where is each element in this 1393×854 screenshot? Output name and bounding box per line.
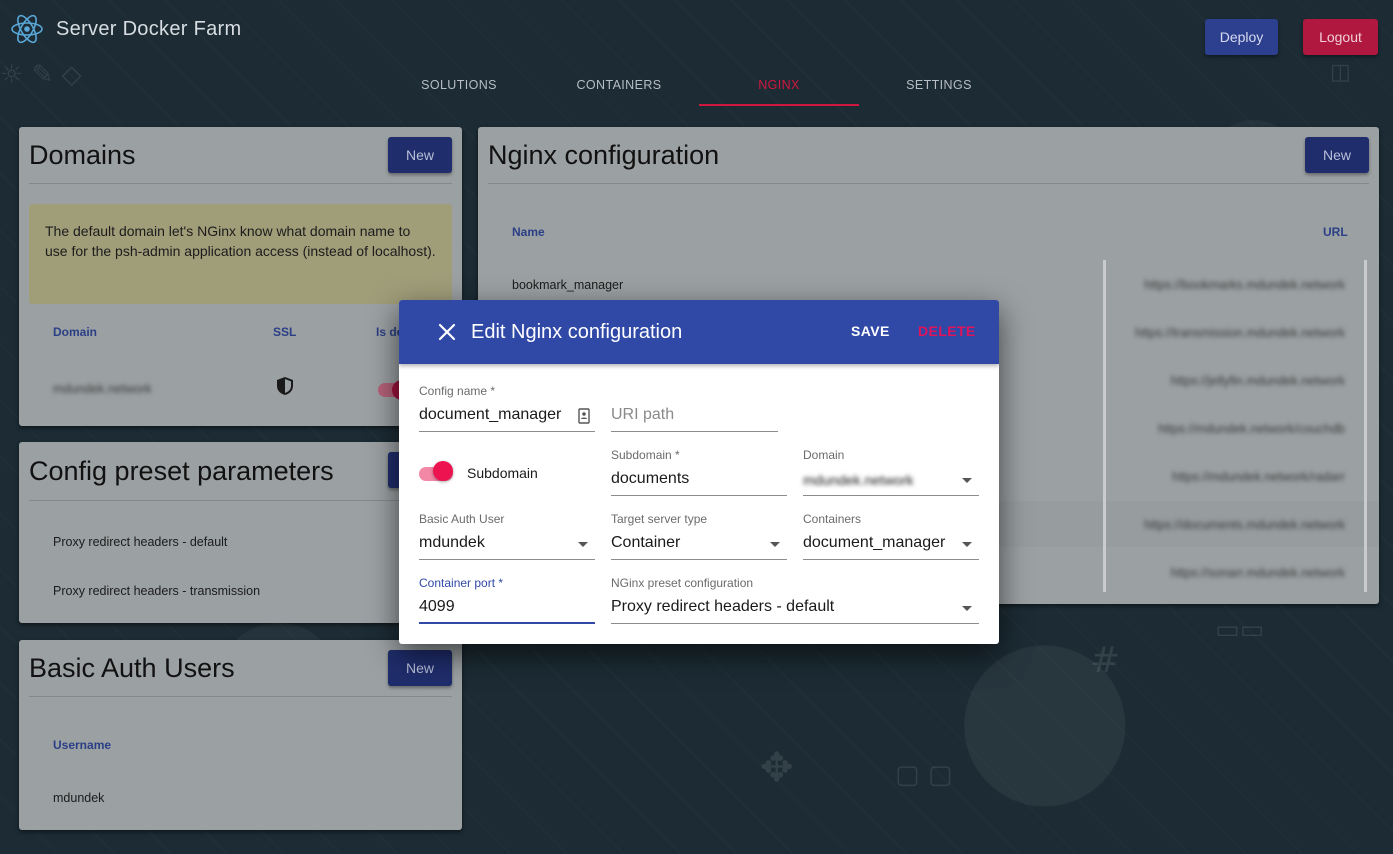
close-icon[interactable] xyxy=(435,320,459,344)
field-underline xyxy=(611,623,979,624)
container-port-field[interactable]: Container port * 4099 xyxy=(419,576,595,624)
basic-auth-user-select[interactable]: Basic Auth User mdundek xyxy=(419,512,595,560)
config-name-field[interactable]: Config name * document_manager xyxy=(419,384,595,432)
tab-solutions[interactable]: SOLUTIONS xyxy=(379,62,539,108)
tab-containers[interactable]: CONTAINERS xyxy=(539,62,699,108)
nginx-row-url[interactable]: https://mdundek.network/couchdb xyxy=(1158,422,1345,436)
new-domain-button[interactable]: New xyxy=(388,137,452,173)
subdomain-toggle[interactable]: Subdomain xyxy=(419,461,579,487)
app-header: Server Docker Farm Deploy Logout SOLUTIO… xyxy=(0,0,1393,110)
preset-item[interactable]: Proxy redirect headers - default xyxy=(53,535,227,549)
nginx-preset-value[interactable]: Proxy redirect headers - default xyxy=(611,598,834,616)
column-header-domain[interactable]: Domain xyxy=(53,325,97,339)
divider xyxy=(29,696,452,697)
gamepad-doodle: ✥ xyxy=(760,745,794,791)
domains-card: Domains New The default domain let's NGi… xyxy=(19,127,462,426)
containers-value[interactable]: document_manager xyxy=(803,534,945,552)
uri-path-placeholder[interactable]: URI path xyxy=(611,406,674,424)
new-nginx-config-button[interactable]: New xyxy=(1305,137,1369,173)
nginx-config-title: Nginx configuration xyxy=(488,140,720,170)
containers-select[interactable]: Containers document_manager xyxy=(803,512,979,560)
presets-title: Config preset parameters xyxy=(29,456,334,486)
chevron-down-icon[interactable] xyxy=(962,542,972,547)
auth-users-card: Basic Auth Users New Username mdundek xyxy=(19,640,462,830)
dialog-title: Edit Nginx configuration xyxy=(471,321,683,343)
presets-card: Config preset parameters Proxy redirect … xyxy=(19,442,462,623)
config-name-label: Config name * xyxy=(419,384,496,398)
divider xyxy=(29,500,452,501)
auth-users-title: Basic Auth Users xyxy=(29,653,235,683)
target-server-type-select[interactable]: Target server type Container xyxy=(611,512,787,560)
nginx-row-url[interactable]: https://mdundek.network/radarr xyxy=(1172,470,1345,484)
new-auth-user-button[interactable]: New xyxy=(388,650,452,686)
domain-label: Domain xyxy=(803,448,845,462)
background-doodle: # xyxy=(1090,640,1121,681)
container-port-label: Container port * xyxy=(419,576,504,590)
username-cell: mdundek xyxy=(53,791,105,805)
save-button[interactable]: SAVE xyxy=(851,323,890,339)
nginx-row-url[interactable]: https://documents.mdundek.network xyxy=(1144,518,1345,532)
background-doodle: ▭▭ xyxy=(1215,615,1265,645)
uri-path-field[interactable]: URI path xyxy=(611,384,778,432)
divider xyxy=(488,183,1369,184)
column-header-name[interactable]: Name xyxy=(512,225,545,239)
field-underline xyxy=(803,495,979,496)
domain-cell: mdundek.network xyxy=(53,382,152,396)
chevron-down-icon[interactable] xyxy=(578,542,588,547)
nginx-row-url[interactable]: https://jellyfin.mdundek.network xyxy=(1171,374,1345,388)
switch-thumb[interactable] xyxy=(433,461,453,481)
basic-auth-user-value[interactable]: mdundek xyxy=(419,534,485,552)
delete-button[interactable]: DELETE xyxy=(918,323,976,339)
deploy-button[interactable]: Deploy xyxy=(1205,19,1278,55)
config-name-value[interactable]: document_manager xyxy=(419,406,561,424)
logout-button[interactable]: Logout xyxy=(1303,19,1378,55)
subdomain-value[interactable]: documents xyxy=(611,470,689,488)
target-server-type-label: Target server type xyxy=(611,512,708,526)
tab-nginx[interactable]: NGINX xyxy=(699,62,859,108)
subdomain-toggle-label: Subdomain xyxy=(467,465,538,481)
scrollbar[interactable] xyxy=(1103,260,1106,592)
column-header-url[interactable]: URL xyxy=(1323,225,1348,239)
nginx-row-url[interactable]: https://sonarr.mdundek.network xyxy=(1171,566,1345,580)
edit-nginx-dialog: Edit Nginx configuration SAVE DELETE Con… xyxy=(399,300,999,644)
contact-card-icon xyxy=(578,408,590,424)
field-underline xyxy=(803,559,979,560)
field-underline xyxy=(419,559,595,560)
react-logo-icon xyxy=(11,14,43,44)
field-underline xyxy=(611,431,778,432)
info-alert: The default domain let's NGinx know what… xyxy=(29,204,452,304)
scrollbar[interactable] xyxy=(1364,260,1367,592)
column-header-ssl[interactable]: SSL xyxy=(273,325,296,339)
containers-label: Containers xyxy=(803,512,862,526)
divider xyxy=(29,183,452,184)
basic-auth-user-label: Basic Auth User xyxy=(419,512,505,526)
nginx-row-name[interactable]: bookmark_manager xyxy=(512,278,623,292)
domain-value[interactable]: mdundek.network xyxy=(803,472,914,488)
domains-title: Domains xyxy=(29,140,136,170)
nginx-row-url[interactable]: https://transmission.mdundek.network xyxy=(1135,326,1345,340)
chevron-down-icon[interactable] xyxy=(962,606,972,611)
subdomain-field[interactable]: Subdomain * documents xyxy=(611,448,787,496)
main-tabs: SOLUTIONS CONTAINERS NGINX SETTINGS xyxy=(379,62,1019,108)
container-port-value[interactable]: 4099 xyxy=(419,598,455,616)
nginx-preset-select[interactable]: NGinx preset configuration Proxy redirec… xyxy=(611,576,979,624)
nginx-row-url[interactable]: https://bookmarks.mdundek.network xyxy=(1144,278,1345,292)
field-underline xyxy=(419,431,595,432)
chevron-down-icon[interactable] xyxy=(962,478,972,483)
domain-select[interactable]: Domain mdundek.network xyxy=(803,448,979,496)
nginx-preset-label: NGinx preset configuration xyxy=(611,576,754,590)
preset-item[interactable]: Proxy redirect headers - transmission xyxy=(53,584,260,598)
subdomain-label: Subdomain * xyxy=(611,448,680,462)
field-underline xyxy=(611,559,787,560)
dialog-toolbar: Edit Nginx configuration SAVE DELETE xyxy=(399,300,999,364)
tab-settings[interactable]: SETTINGS xyxy=(859,62,1019,108)
background-doodle: ▢ ▢ xyxy=(895,760,953,790)
shield-icon xyxy=(277,377,293,395)
column-header-username[interactable]: Username xyxy=(53,738,111,752)
field-underline xyxy=(611,495,787,496)
target-server-type-value[interactable]: Container xyxy=(611,534,680,552)
field-underline-focused xyxy=(419,622,595,624)
chevron-down-icon[interactable] xyxy=(770,542,780,547)
app-title: Server Docker Farm xyxy=(56,18,242,40)
